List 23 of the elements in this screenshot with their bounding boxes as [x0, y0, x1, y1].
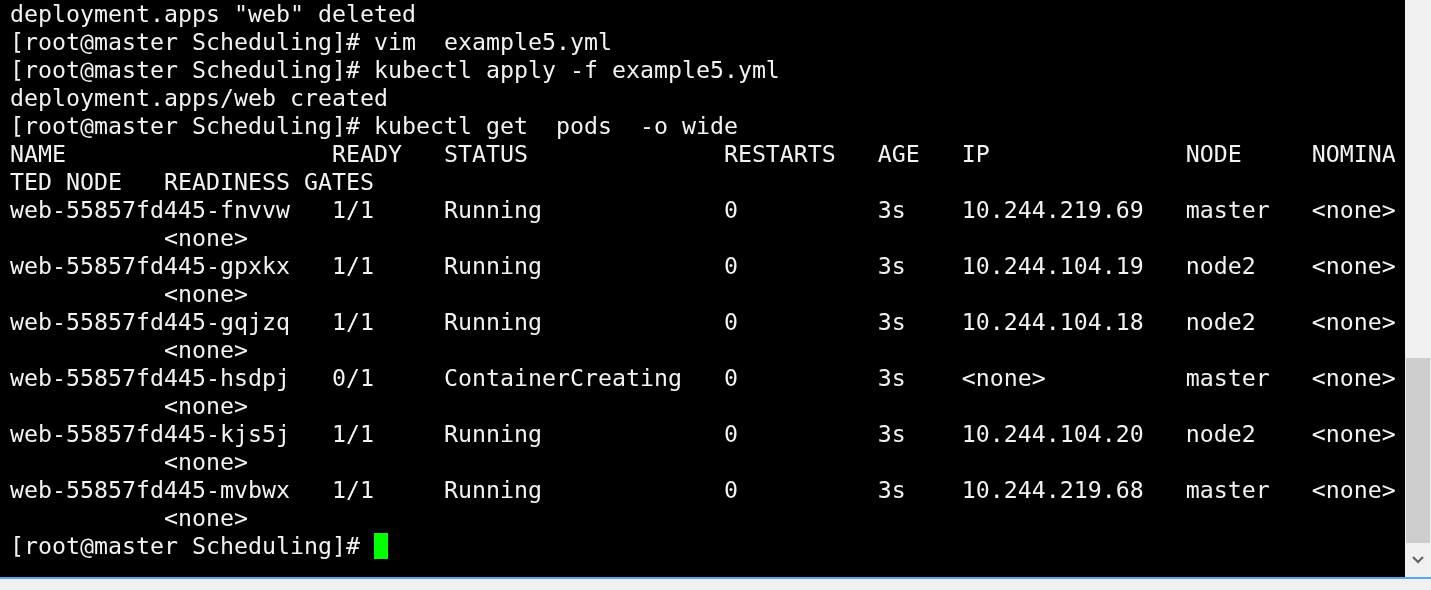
- terminal-line: NAME READY STATUS RESTARTS AGE IP NODE NOMINA: [10, 140, 1396, 167]
- terminal-line: [root@master Scheduling]# vim example5.yml: [10, 28, 612, 55]
- terminal-line: deployment.apps "web" deleted: [10, 0, 416, 27]
- terminal-line: <none>: [162, 448, 248, 475]
- scrollbar-thumb[interactable]: [1406, 358, 1430, 543]
- terminal-line: web-55857fd445-kjs5j 1/1 Running 0 3s 10.244.104.20 node2 <none>: [10, 420, 1396, 447]
- terminal-line: TED NODE READINESS GATES: [10, 168, 374, 195]
- text-cursor: [373, 533, 388, 559]
- terminal-line: web-55857fd445-fnvvw 1/1 Running 0 3s 10.244.219.69 master <none>: [10, 196, 1396, 223]
- terminal-line: <none>: [162, 224, 248, 251]
- terminal-line: <none>: [162, 336, 248, 363]
- terminal-line: <none>: [162, 280, 248, 307]
- terminal-line: [root@master Scheduling]# kubectl apply -f example5.yml: [10, 56, 780, 83]
- chevron-down-icon[interactable]: [1412, 556, 1424, 564]
- terminal-line: web-55857fd445-gpxkx 1/1 Running 0 3s 10.244.104.19 node2 <none>: [10, 252, 1396, 279]
- terminal-line: deployment.apps/web created: [10, 84, 388, 111]
- terminal-line: <none>: [162, 392, 248, 419]
- terminal-line: [root@master Scheduling]# kubectl get pods -o wide: [10, 112, 738, 139]
- terminal-line: web-55857fd445-hsdpj 0/1 ContainerCreating 0 3s <none> master <none>: [10, 364, 1396, 391]
- terminal-line: <none>: [162, 504, 248, 531]
- terminal-line: web-55857fd445-mvbwx 1/1 Running 0 3s 10.244.219.68 master <none>: [10, 476, 1396, 503]
- terminal-line: web-55857fd445-gqjzq 1/1 Running 0 3s 10.244.104.18 node2 <none>: [10, 308, 1396, 335]
- terminal-prompt: [root@master Scheduling]#: [10, 532, 360, 560]
